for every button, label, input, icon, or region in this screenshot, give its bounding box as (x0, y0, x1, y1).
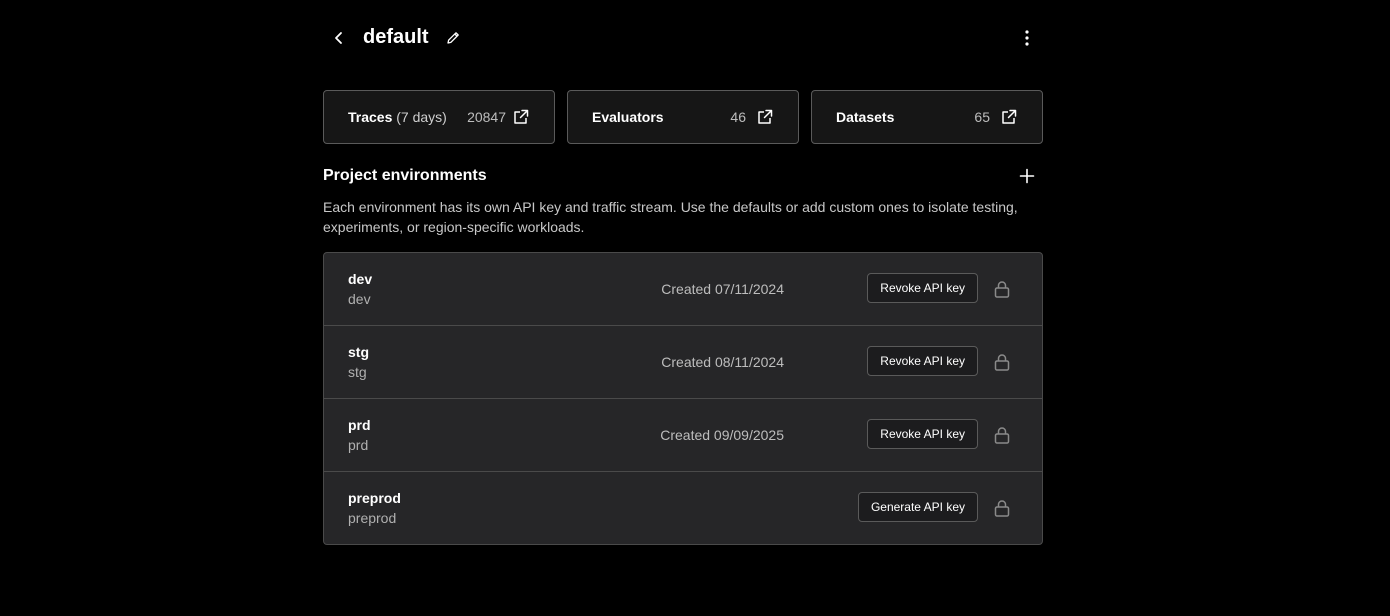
section-description: Each environment has its own API key and… (323, 199, 1018, 235)
plus-icon (1019, 168, 1035, 184)
lock-icon (994, 281, 1010, 298)
more-options-button[interactable] (1017, 28, 1037, 48)
traces-label-sub: (7 days) (396, 109, 447, 125)
add-environment-button[interactable] (1017, 166, 1037, 186)
revoke-api-key-button[interactable]: Revoke API key (867, 273, 978, 303)
environment-name: stg (348, 344, 369, 360)
environment-key: stg (348, 364, 367, 380)
lock-icon (994, 427, 1010, 444)
environment-key: preprod (348, 510, 397, 526)
evaluators-card[interactable]: Evaluators 46 (567, 90, 799, 144)
datasets-card[interactable]: Datasets 65 (811, 90, 1043, 144)
stats-row: Traces (7 days) 20847 Evaluators 46 Data… (323, 90, 1043, 144)
page-title: default (363, 26, 429, 48)
environment-name: preprod (348, 490, 401, 506)
more-vertical-icon (1025, 30, 1029, 46)
environment-key: dev (348, 291, 371, 307)
evaluators-count: 46 (730, 109, 746, 125)
generate-api-key-button[interactable]: Generate API key (857, 492, 978, 522)
environment-list: dev dev Created 07/11/2024 Revoke API ke… (323, 252, 1043, 545)
section-title: Project environments (323, 167, 487, 184)
environment-row-prd: prd prd Created 09/09/2025 Revoke API ke… (324, 399, 1042, 472)
external-link-icon (514, 109, 529, 124)
created-date: Created 09/09/2025 (660, 427, 784, 443)
environment-name: prd (348, 417, 371, 433)
traces-label: Traces (7 days) (348, 109, 447, 125)
traces-label-text: Traces (348, 109, 393, 125)
datasets-label: Datasets (836, 109, 895, 125)
created-date: Created 08/11/2024 (661, 354, 784, 370)
pencil-icon (447, 32, 459, 44)
back-button[interactable] (329, 28, 349, 48)
created-date: Created 07/11/2024 (661, 281, 784, 297)
revoke-api-key-button[interactable]: Revoke API key (867, 346, 978, 376)
environment-name: dev (348, 271, 373, 287)
traces-count: 20847 (467, 109, 506, 125)
environment-row-preprod: preprod preprod Generate API key (324, 472, 1042, 544)
evaluators-label: Evaluators (592, 109, 664, 125)
edit-title-button[interactable] (443, 28, 463, 48)
lock-icon (994, 500, 1010, 517)
environment-row-dev: dev dev Created 07/11/2024 Revoke API ke… (324, 253, 1042, 326)
external-link-icon (758, 109, 773, 124)
page-header: default (323, 18, 1043, 58)
environment-key: prd (348, 437, 369, 453)
datasets-count: 65 (974, 109, 990, 125)
chevron-left-icon (335, 32, 342, 44)
traces-card[interactable]: Traces (7 days) 20847 (323, 90, 555, 144)
external-link-icon (1002, 109, 1017, 124)
lock-icon (994, 354, 1010, 371)
revoke-api-key-button[interactable]: Revoke API key (867, 419, 978, 449)
environment-row-stg: stg stg Created 08/11/2024 Revoke API ke… (324, 326, 1042, 399)
